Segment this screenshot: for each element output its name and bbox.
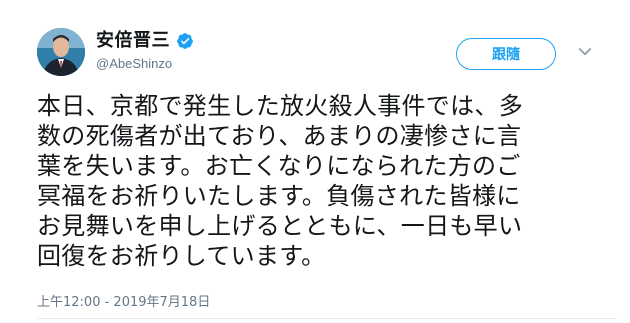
tweet-text: 本日、京都で発生した放火殺人事件では、多 数の死傷者が出ており、あまりの凄惨さに… bbox=[37, 92, 523, 270]
divider bbox=[37, 318, 617, 319]
chevron-down-icon[interactable] bbox=[576, 43, 594, 61]
user-display-name[interactable]: 安倍晋三 bbox=[96, 30, 194, 52]
avatar[interactable] bbox=[37, 28, 85, 76]
user-handle[interactable]: @AbeShinzo bbox=[96, 56, 172, 71]
tweet-timestamp[interactable]: 上午12:00 - 2019年7月18日 bbox=[37, 291, 210, 310]
follow-button[interactable]: 跟隨 bbox=[456, 38, 556, 70]
display-name-text[interactable]: 安倍晋三 bbox=[96, 30, 170, 52]
verified-badge-icon bbox=[177, 33, 193, 49]
portrait-avatar-icon bbox=[37, 28, 85, 76]
tweet-card: 安倍晋三 @AbeShinzo 跟隨 本日、京都で発生した放火殺人事件では、多 … bbox=[0, 0, 630, 323]
